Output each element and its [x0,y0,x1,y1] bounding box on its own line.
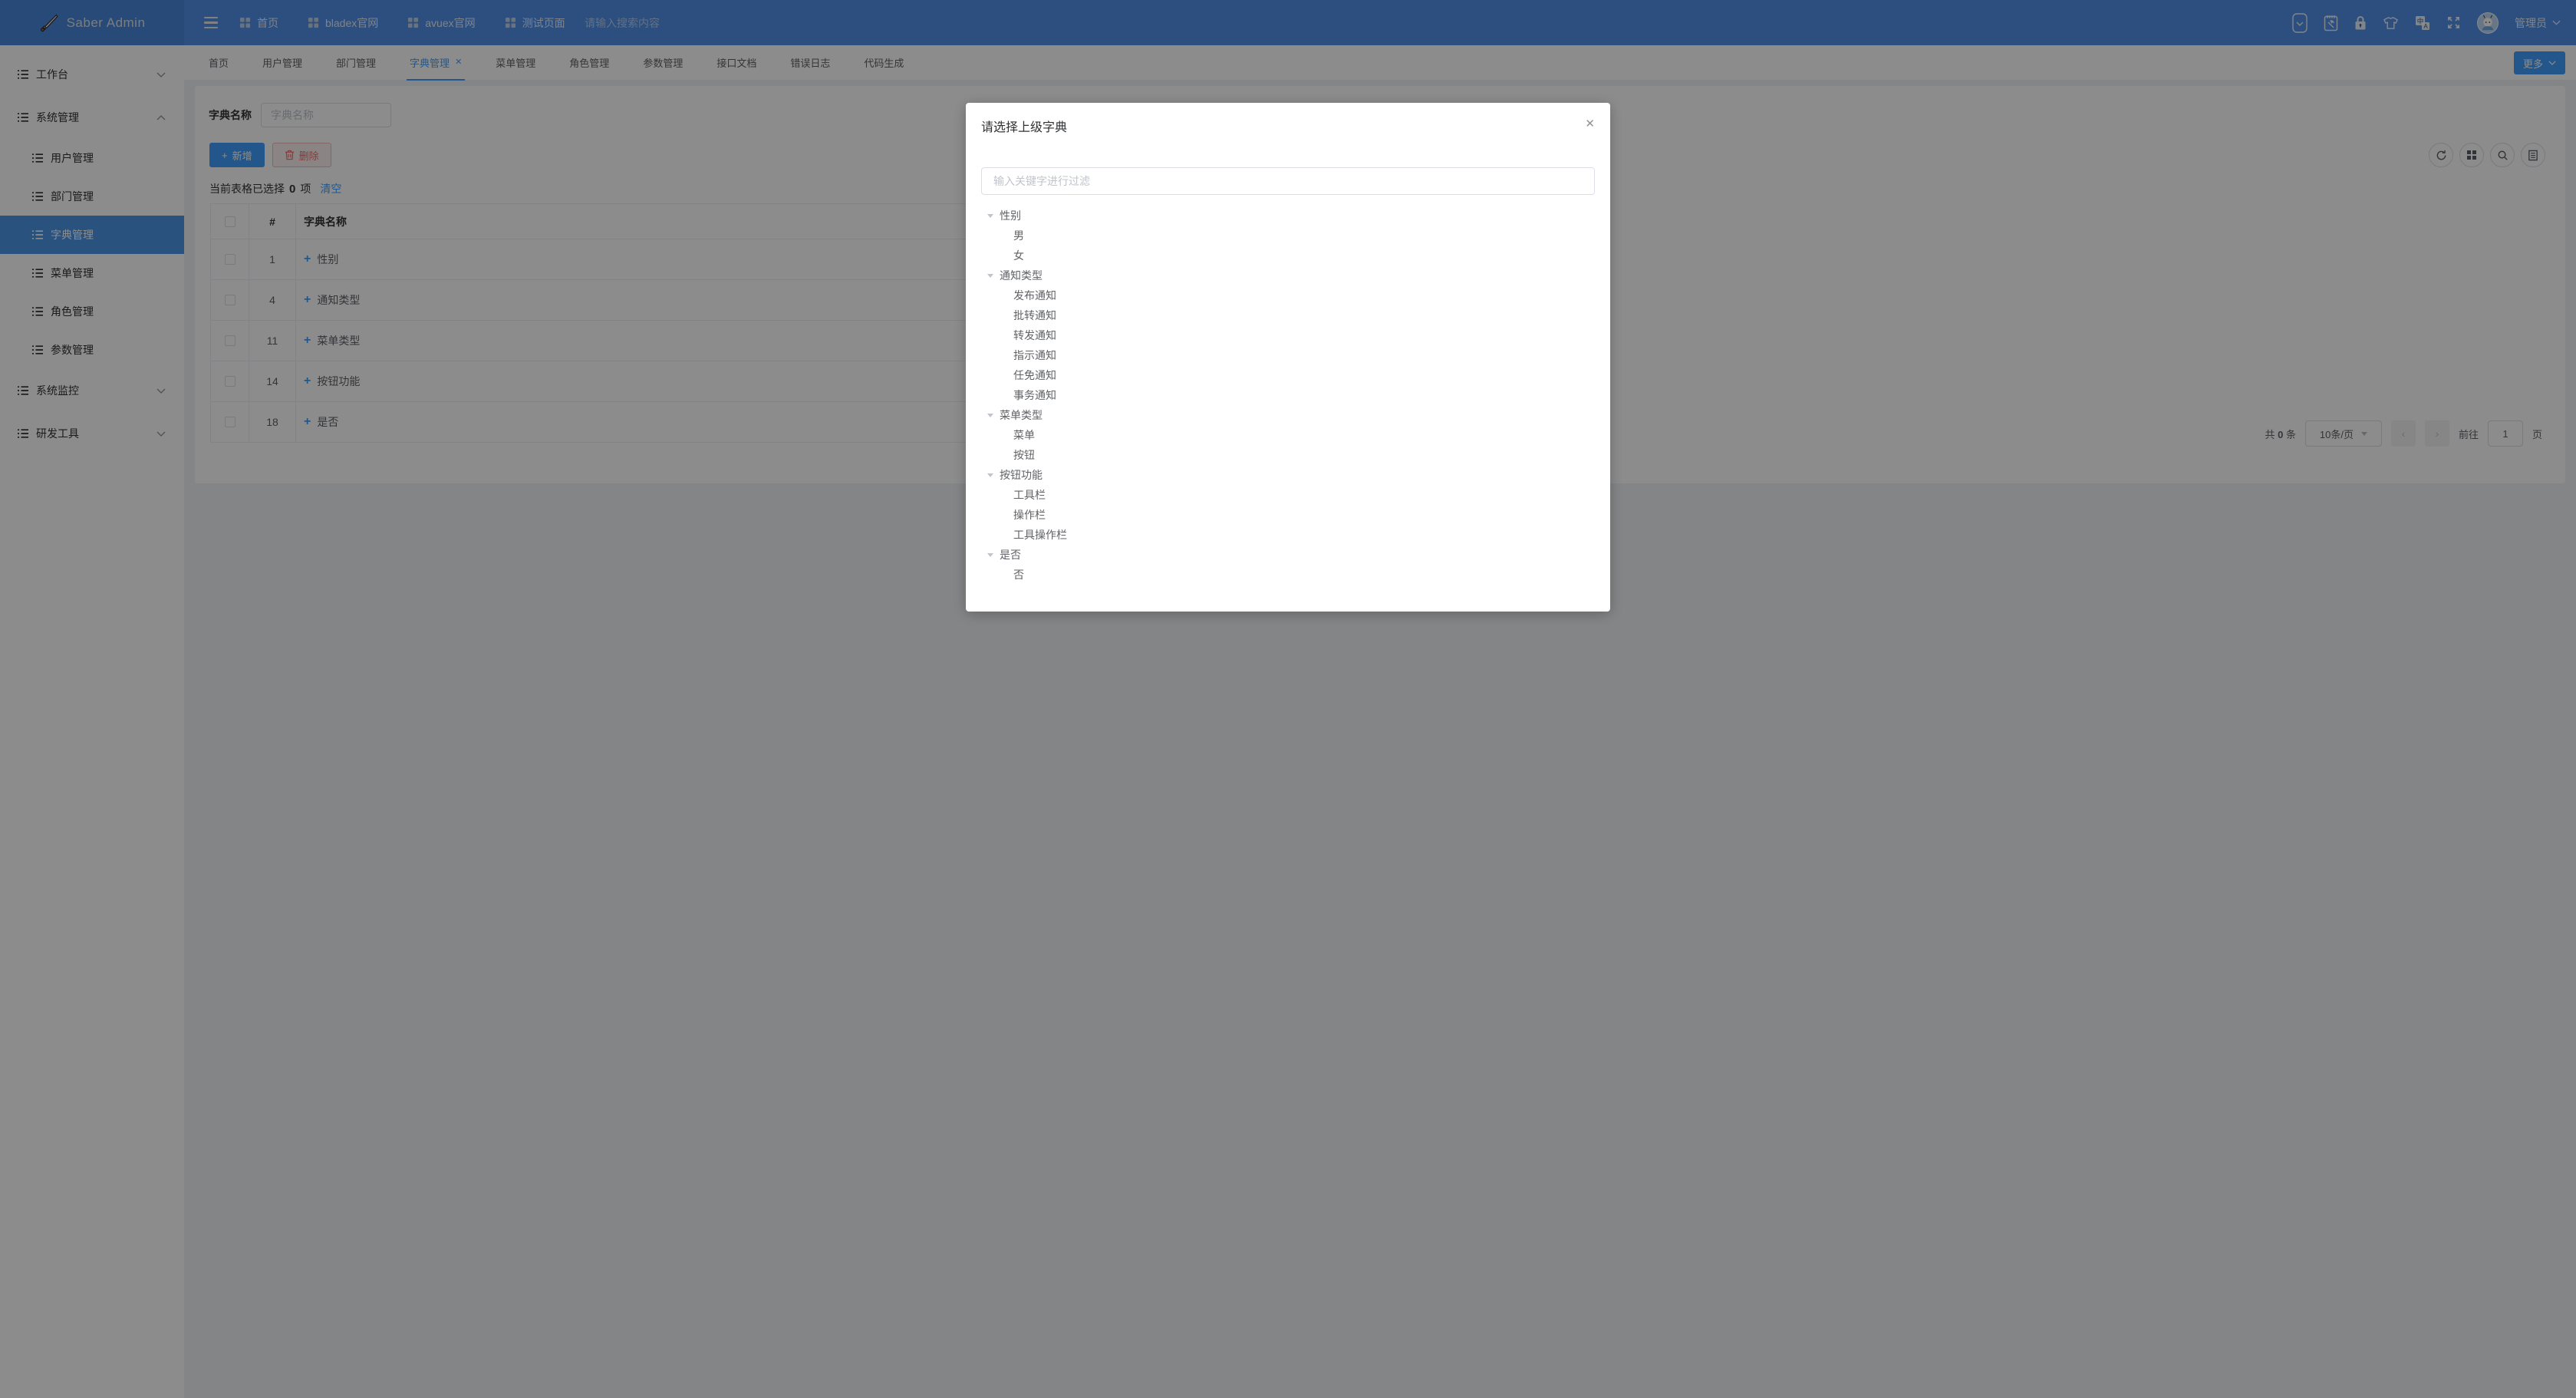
tree-node-label: 按钮功能 [1000,467,1043,483]
caret-expand-icon [981,271,1000,281]
caret-expand-icon [981,410,1000,420]
caret-expand-icon [995,251,1013,261]
tree-node[interactable]: 按钮功能 [981,465,1595,485]
caret-expand-icon [981,470,1000,480]
tree-node-label: 指示通知 [1013,348,1056,363]
tree-node-label: 否 [1013,567,1024,582]
tree-node[interactable]: 菜单类型 [981,405,1595,425]
dict-tree: 性别 男 女 通知类型 发布通知 批转通知 [981,206,1595,585]
tree-filter-input[interactable] [981,167,1595,195]
caret-expand-icon [995,510,1013,520]
tree-node[interactable]: 女 [981,246,1595,265]
tree-node[interactable]: 任免通知 [981,365,1595,385]
caret-expand-icon [981,550,1000,560]
dialog-title: 请选择上级字典 [981,120,1595,137]
tree-node-label: 是否 [1000,547,1021,562]
tree-node[interactable]: 按钮 [981,445,1595,465]
tree-node[interactable]: 否 [981,565,1595,585]
tree-node-label: 性别 [1000,208,1021,223]
tree-node[interactable]: 转发通知 [981,325,1595,345]
parent-dict-dialog: 请选择上级字典 ✕ 性别 男 女 通知类型 发布通知 [966,103,1610,612]
tree-node[interactable]: 发布通知 [981,285,1595,305]
tree-node[interactable]: 菜单 [981,425,1595,445]
tree-node-label: 按钮 [1013,447,1035,463]
tree-node-label: 事务通知 [1013,387,1056,403]
caret-expand-icon [995,450,1013,460]
caret-expand-icon [995,311,1013,321]
tree-node-label: 发布通知 [1013,288,1056,303]
tree-node-label: 工具栏 [1013,487,1046,503]
tree-node-label: 工具操作栏 [1013,527,1067,542]
tree-node-label: 通知类型 [1000,268,1043,283]
tree-node[interactable]: 通知类型 [981,265,1595,285]
caret-expand-icon [981,211,1000,221]
caret-expand-icon [995,430,1013,440]
tree-node-label: 批转通知 [1013,308,1056,323]
caret-expand-icon [995,331,1013,341]
tree-node[interactable]: 批转通知 [981,305,1595,325]
dialog-close-icon[interactable]: ✕ [1585,118,1595,130]
tree-node[interactable]: 男 [981,226,1595,246]
caret-expand-icon [995,291,1013,301]
tree-node[interactable]: 工具操作栏 [981,525,1595,545]
tree-node[interactable]: 事务通知 [981,385,1595,405]
caret-expand-icon [995,351,1013,361]
caret-expand-icon [995,530,1013,540]
caret-expand-icon [995,231,1013,241]
tree-node[interactable]: 指示通知 [981,345,1595,365]
tree-node[interactable]: 是否 [981,545,1595,565]
tree-node[interactable]: 性别 [981,206,1595,226]
tree-node-label: 男 [1013,228,1024,243]
tree-node-label: 菜单 [1013,427,1035,443]
tree-node-label: 转发通知 [1013,328,1056,343]
caret-expand-icon [995,490,1013,500]
tree-node[interactable]: 工具栏 [981,485,1595,505]
caret-expand-icon [995,570,1013,580]
tree-node[interactable]: 操作栏 [981,505,1595,525]
tree-node-label: 操作栏 [1013,507,1046,523]
tree-node-label: 女 [1013,248,1024,263]
caret-expand-icon [995,371,1013,381]
caret-expand-icon [995,391,1013,401]
tree-node-label: 任免通知 [1013,368,1056,383]
tree-node-label: 菜单类型 [1000,407,1043,423]
